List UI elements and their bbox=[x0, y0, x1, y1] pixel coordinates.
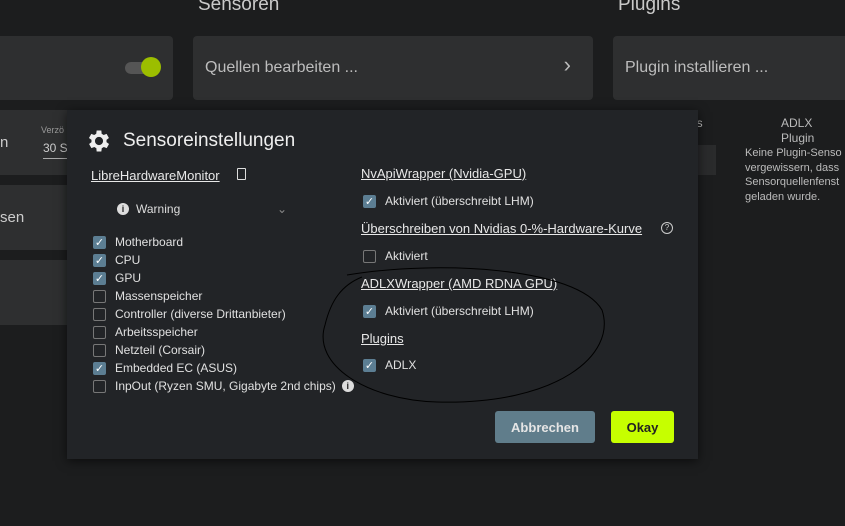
chevron-down-icon: ⌄ bbox=[276, 202, 287, 216]
help-icon[interactable]: ? bbox=[661, 222, 673, 234]
checkbox-unchecked-icon bbox=[93, 379, 106, 393]
lhm-item-checkbox[interactable]: Arbeitsspeicher bbox=[93, 323, 198, 341]
toggle-card bbox=[0, 36, 173, 100]
checkbox-unchecked-icon bbox=[93, 307, 106, 321]
gear-icon bbox=[88, 130, 110, 152]
checkbox-label: Arbeitsspeicher bbox=[115, 325, 198, 339]
okay-button[interactable]: Okay bbox=[611, 411, 674, 443]
edit-sources-label: Quellen bearbeiten ... bbox=[205, 59, 358, 76]
enable-toggle[interactable] bbox=[125, 57, 161, 77]
section-title-sensoren: Sensoren bbox=[198, 0, 280, 15]
nvapi-enabled-checkbox[interactable]: ✓ Aktiviert (überschreibt LHM) bbox=[363, 192, 534, 210]
edit-sources-button[interactable]: Quellen bearbeiten ... › bbox=[193, 36, 593, 100]
log-level-select[interactable]: i Warning ⌄ bbox=[97, 198, 287, 220]
lhm-item-checkbox[interactable]: Controller (diverse Drittanbieter) bbox=[93, 305, 286, 323]
background-card-label: sen bbox=[0, 209, 25, 226]
checkbox-label: Aktiviert bbox=[385, 249, 428, 263]
delay-card: n Verzö 30 S bbox=[0, 110, 76, 175]
lhm-item-checkbox[interactable]: ✓ GPU bbox=[93, 269, 141, 287]
chevron-right-icon: › bbox=[563, 52, 571, 77]
checkbox-unchecked-icon bbox=[93, 343, 106, 357]
checkbox-checked-icon: ✓ bbox=[93, 271, 106, 285]
nvapi-link[interactable]: NvApiWrapper (Nvidia-GPU) bbox=[361, 166, 526, 181]
checkbox-unchecked-icon bbox=[93, 325, 106, 339]
lhm-item-checkbox[interactable]: Massenspeicher bbox=[93, 287, 202, 305]
dialog-title: Sensoreinstellungen bbox=[123, 130, 296, 151]
checkbox-checked-icon: ✓ bbox=[363, 194, 376, 208]
checkbox-label: Massenspeicher bbox=[115, 289, 203, 303]
install-plugin-button[interactable]: Plugin installieren ... bbox=[613, 36, 845, 100]
checkbox-label: GPU bbox=[115, 271, 142, 285]
lhm-item-checkbox[interactable]: Netzteil (Corsair) bbox=[93, 341, 205, 359]
nvcurve-link[interactable]: Überschreiben von Nvidias 0-%-Hardware-K… bbox=[361, 221, 642, 236]
lhm-item-checkbox[interactable]: ✓ CPU bbox=[93, 251, 140, 269]
lhm-link[interactable]: LibreHardwareMonitor bbox=[91, 168, 220, 183]
sensor-settings-dialog: Sensoreinstellungen LibreHardwareMonitor… bbox=[67, 110, 698, 459]
checkbox-label: CPU bbox=[115, 253, 141, 267]
checkbox-label: Embedded EC (ASUS) bbox=[115, 361, 238, 375]
info-icon: i bbox=[117, 203, 129, 215]
checkbox-checked-icon: ✓ bbox=[93, 253, 106, 267]
checkbox-label: InpOut (Ryzen SMU, Gigabyte 2nd chips) bbox=[115, 379, 336, 393]
checkbox-checked-icon: ✓ bbox=[93, 235, 106, 249]
checkbox-label: Motherboard bbox=[115, 235, 184, 249]
lhm-item-checkbox[interactable]: InpOut (Ryzen SMU, Gigabyte 2nd chips) i bbox=[93, 377, 354, 395]
cancel-button[interactable]: Abbrechen bbox=[495, 411, 595, 443]
lhm-item-checkbox[interactable]: ✓ Motherboard bbox=[93, 233, 183, 251]
copy-icon[interactable] bbox=[237, 168, 246, 180]
hand-drawn-ellipse-annotation bbox=[322, 267, 605, 403]
checkbox-unchecked-icon bbox=[93, 289, 106, 303]
background-card[interactable]: sen bbox=[0, 185, 76, 250]
checkbox-label: Netzteil (Corsair) bbox=[115, 343, 206, 357]
section-title-plugins: Plugins bbox=[618, 0, 681, 15]
nvcurve-enabled-checkbox[interactable]: Aktiviert bbox=[363, 247, 428, 265]
adlx-info-text: Keine Plugin-Senso vergewissern, dass Sens… bbox=[745, 147, 842, 203]
delay-label: Verzö bbox=[41, 125, 65, 135]
lhm-item-checkbox[interactable]: ✓ Embedded EC (ASUS) bbox=[93, 359, 237, 377]
log-level-value: Warning bbox=[136, 202, 181, 216]
checkbox-label: Controller (diverse Drittanbieter) bbox=[115, 307, 286, 321]
install-plugin-label: Plugin installieren ... bbox=[625, 59, 769, 76]
adlx-plugin-tab[interactable]: ADLX Plugin bbox=[781, 116, 845, 146]
checkbox-unchecked-icon bbox=[363, 249, 376, 263]
checkbox-checked-icon: ✓ bbox=[93, 361, 106, 375]
checkbox-label: Aktiviert (überschreibt LHM) bbox=[385, 194, 534, 208]
delay-card-label: n bbox=[0, 134, 9, 151]
background-card[interactable] bbox=[0, 260, 76, 325]
